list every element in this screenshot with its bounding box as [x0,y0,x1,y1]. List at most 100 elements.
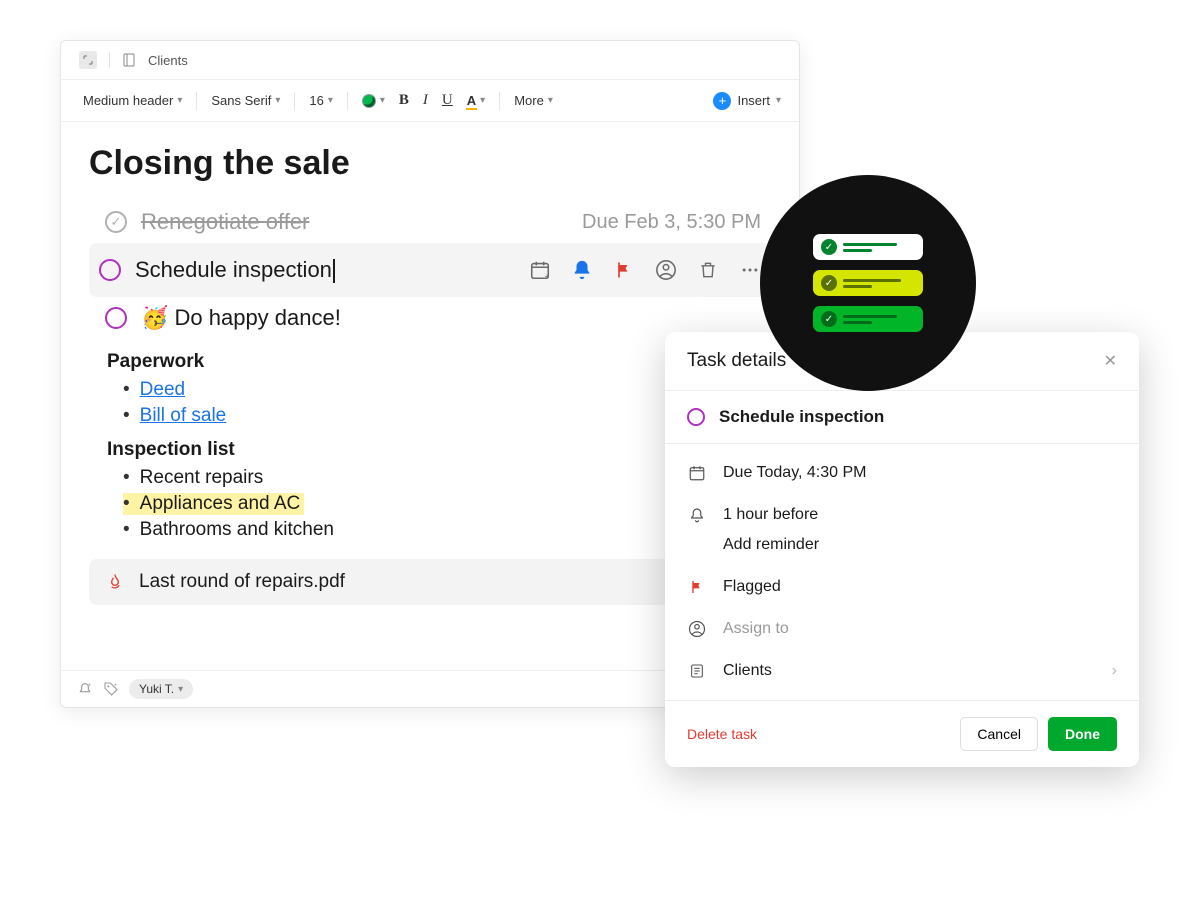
checkbox-icon[interactable] [105,307,127,329]
calendar-add-icon[interactable]: + [529,259,551,281]
list-text: Appliances and AC [140,493,301,515]
bell-add-icon[interactable]: + [77,681,93,697]
check-circle-icon: ✓ [821,239,837,255]
text-cursor [333,259,335,283]
bell-outline-icon [687,506,707,524]
assign-row[interactable]: Assign to [665,608,1139,650]
highlight-a-icon: A [467,93,476,108]
calendar-icon [687,464,707,482]
chevron-down-icon: ▾ [380,95,385,106]
list-text: Recent repairs [140,467,264,489]
insert-button[interactable]: + Insert ▾ [713,92,781,110]
tag-add-icon[interactable]: + [103,681,119,697]
heading-label: Medium header [83,93,173,108]
due-value: Due Today, 4:30 PM [723,464,867,482]
format-toolbar: Medium header ▾ Sans Serif ▾ 16 ▾ ▾ B I … [61,80,799,122]
user-chip-label: Yuki T. [139,682,174,696]
separator [294,92,295,110]
task-text: Renegotiate offer [141,209,309,235]
list-text: Bathrooms and kitchen [140,519,334,541]
reminder-value: 1 hour before [723,506,818,524]
add-reminder-link[interactable]: Add reminder [665,536,1139,566]
divider [109,52,110,68]
close-icon[interactable]: ✕ [1104,351,1117,371]
task-text: Schedule inspection [135,257,335,283]
button-group: Cancel Done [960,717,1117,751]
task-row[interactable]: Renegotiate offer Due Feb 3, 5:30 PM [89,201,771,243]
highlight-button[interactable]: A ▾ [463,89,489,112]
details-task-row[interactable]: Schedule inspection [665,391,1139,444]
add-reminder-label: Add reminder [723,536,819,553]
task-row-active[interactable]: Schedule inspection + [89,243,771,297]
task-due: Due Feb 3, 5:30 PM [582,211,761,234]
check-circle-icon: ✓ [821,275,837,291]
link[interactable]: Deed [140,379,185,401]
color-swatch-icon [362,94,376,108]
list-item[interactable]: Appliances and AC [123,493,304,515]
chevron-down-icon: ▾ [776,95,781,106]
cancel-button[interactable]: Cancel [960,717,1038,751]
task-quick-actions: + [529,259,761,281]
flag-icon[interactable] [613,259,635,281]
badge-card: ✓ [813,234,923,260]
badge-card: ✓ [813,270,923,296]
flag-icon [687,579,707,595]
flag-row[interactable]: Flagged [665,566,1139,608]
notebook-row[interactable]: Clients › [665,650,1139,692]
checkbox-checked-icon[interactable] [105,211,127,233]
separator [347,92,348,110]
pdf-icon [105,571,125,593]
more-dots-icon[interactable] [739,259,761,281]
note-icon [687,663,707,679]
more-button[interactable]: More ▾ [510,89,557,112]
chevron-down-icon: ▾ [480,95,485,106]
page-title[interactable]: Closing the sale [89,144,771,183]
due-date-row[interactable]: Due Today, 4:30 PM [665,452,1139,494]
breadcrumb-notebook[interactable]: Clients [148,53,188,68]
heading-select[interactable]: Medium header ▾ [79,89,186,112]
user-chip[interactable]: Yuki T. ▾ [129,679,193,699]
insert-label: Insert [737,93,770,108]
notebook-value: Clients [723,662,772,680]
reminder-row[interactable]: 1 hour before [665,494,1139,536]
expand-icon[interactable] [79,51,97,69]
checkbox-icon[interactable] [687,408,705,426]
svg-text:+: + [545,272,550,281]
chevron-down-icon: ▾ [328,95,333,106]
person-icon[interactable] [655,259,677,281]
font-select[interactable]: Sans Serif ▾ [207,89,284,112]
underline-button[interactable]: U [438,88,457,113]
details-footer: Delete task Cancel Done [665,700,1139,767]
badge-card: ✓ [813,306,923,332]
details-title: Task details [687,350,786,372]
size-label: 16 [309,93,323,108]
size-select[interactable]: 16 ▾ [305,89,337,112]
chevron-down-icon: ▾ [548,95,553,106]
bold-button[interactable]: B [395,88,413,113]
svg-text:+: + [114,683,118,689]
checkbox-icon[interactable] [99,259,121,281]
italic-button[interactable]: I [419,88,432,113]
bell-icon[interactable] [571,259,593,281]
assign-placeholder: Assign to [723,620,789,638]
person-outline-icon [687,620,707,638]
trash-icon[interactable] [697,259,719,281]
task-details-panel: Task details ✕ Schedule inspection Due T… [665,332,1139,767]
details-properties: Due Today, 4:30 PM 1 hour before Add rem… [665,444,1139,700]
separator [196,92,197,110]
more-label: More [514,93,544,108]
attachment-name: Last round of repairs.pdf [139,571,345,593]
delete-task-link[interactable]: Delete task [687,726,757,742]
tasks-badge: ✓ ✓ ✓ [760,175,976,391]
text-color-button[interactable]: ▾ [358,90,389,112]
check-circle-icon: ✓ [821,311,837,327]
top-bar: Clients [61,41,799,80]
chevron-right-icon: › [1112,662,1117,680]
chevron-down-icon: ▾ [177,95,182,106]
done-button[interactable]: Done [1048,717,1117,751]
badge-lines [843,279,915,288]
svg-text:+: + [88,683,92,689]
link[interactable]: Bill of sale [140,405,227,427]
badge-lines [843,315,915,324]
task-text-value: Schedule inspection [135,257,332,282]
